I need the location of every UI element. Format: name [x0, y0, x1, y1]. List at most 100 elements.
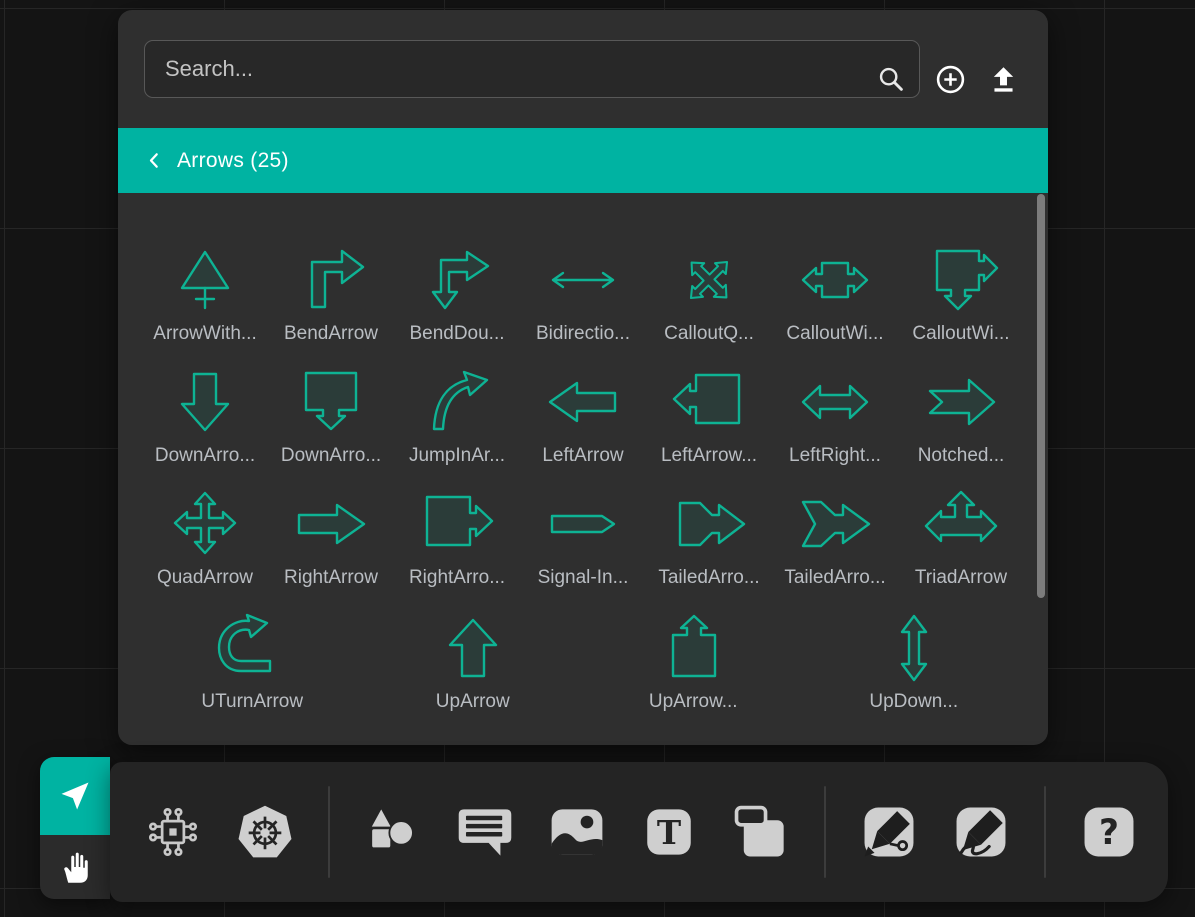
bend-arrow	[289, 243, 373, 317]
tool-draw-connector-button[interactable]	[860, 803, 918, 861]
shape-item[interactable]: UpArrow...	[583, 611, 804, 713]
shape-label: TriadArrow	[915, 567, 1007, 589]
shape-item[interactable]: ArrowWith...	[142, 243, 268, 345]
shape-item[interactable]: CalloutWi...	[898, 243, 1024, 345]
shape-item[interactable]: TailedArro...	[772, 487, 898, 589]
shape-item[interactable]: DownArro...	[142, 365, 268, 467]
shape-item[interactable]: UpDown...	[804, 611, 1025, 713]
shape-item[interactable]: Signal-In...	[520, 487, 646, 589]
tool-help-button[interactable]: ?	[1080, 803, 1138, 861]
shape-label: TailedArro...	[658, 567, 759, 589]
comment-icon	[456, 803, 514, 861]
hand-icon	[57, 849, 93, 885]
shape-item[interactable]: RightArrow	[268, 487, 394, 589]
shape-label: Notched...	[918, 445, 1005, 467]
shape-item[interactable]: JumpInAr...	[394, 365, 520, 467]
shape-item[interactable]: RightArro...	[394, 487, 520, 589]
tool-frame-button[interactable]	[732, 803, 790, 861]
callout-width-arrow	[793, 243, 877, 317]
shape-label: UpDown...	[869, 691, 958, 713]
circuit-icon	[144, 803, 202, 861]
tool-pan-button[interactable]	[40, 835, 110, 899]
shape-item[interactable]: DownArro...	[268, 365, 394, 467]
image-icon	[548, 803, 606, 861]
shape-label: RightArro...	[409, 567, 505, 589]
up-arrow-callout	[651, 611, 735, 685]
shape-item[interactable]: LeftArrow...	[646, 365, 772, 467]
tool-text-button[interactable]: T	[640, 803, 698, 861]
shape-grid-rows: ArrowWith... BendArrow BendDou... Bidirecti…	[118, 243, 1048, 609]
toolbar-divider	[1044, 786, 1046, 878]
shape-item[interactable]: BendDou...	[394, 243, 520, 345]
tailed-arrow-block	[667, 487, 751, 561]
up-arrow	[431, 611, 515, 685]
tool-comment-button[interactable]	[456, 803, 514, 861]
jump-in-arrow	[415, 365, 499, 439]
shape-label: UpArrow	[436, 691, 510, 713]
shape-label: LeftRight...	[789, 445, 881, 467]
shape-label: UTurnArrow	[201, 691, 303, 713]
left-arrow	[541, 365, 625, 439]
category-header-back[interactable]: Arrows (25)	[118, 128, 1048, 193]
shape-item[interactable]: TailedArro...	[646, 487, 772, 589]
shape-label: Bidirectio...	[536, 323, 630, 345]
shape-label: CalloutWi...	[786, 323, 883, 345]
tool-select-button[interactable]	[40, 757, 110, 835]
shape-library-panel: Arrows (25) ArrowWith... BendArrow BendDou…	[118, 10, 1048, 745]
toolbar-divider	[824, 786, 826, 878]
shape-item[interactable]: Bidirectio...	[520, 243, 646, 345]
search-input[interactable]	[144, 40, 920, 98]
shape-item[interactable]: UTurnArrow	[142, 611, 363, 713]
shape-label: LeftArrow...	[661, 445, 757, 467]
pen-icon	[860, 803, 918, 861]
cursor-icon	[57, 778, 93, 814]
signal-in-arrow	[541, 487, 625, 561]
shape-label: UpArrow...	[649, 691, 738, 713]
pencil-icon	[952, 803, 1010, 861]
tool-draw-freehand-button[interactable]	[952, 803, 1010, 861]
tool-kubernetes-button[interactable]	[236, 803, 294, 861]
shape-grid: ArrowWith... BendArrow BendDou... Bidirecti…	[118, 193, 1048, 745]
shape-item[interactable]: LeftRight...	[772, 365, 898, 467]
shape-label: DownArro...	[155, 445, 255, 467]
shape-item[interactable]: BendArrow	[268, 243, 394, 345]
shapes-icon	[364, 803, 422, 861]
svg-text:?: ?	[1099, 813, 1119, 853]
canvas[interactable]: Arrows (25) ArrowWith... BendArrow BendDou…	[0, 0, 1195, 917]
shape-label: LeftArrow	[542, 445, 623, 467]
shape-label: BendArrow	[284, 323, 378, 345]
shape-label: JumpInAr...	[409, 445, 505, 467]
arrow-with-tail	[163, 243, 247, 317]
down-arrow-callout	[289, 365, 373, 439]
shape-item[interactable]: CalloutWi...	[772, 243, 898, 345]
main-toolbar: T?	[110, 762, 1168, 902]
shape-item[interactable]: UpArrow	[363, 611, 584, 713]
callout-quad-arrow	[667, 243, 751, 317]
bidirectional-arrow	[541, 243, 625, 317]
add-circle-icon[interactable]	[933, 62, 967, 96]
shape-item[interactable]: CalloutQ...	[646, 243, 772, 345]
shape-item[interactable]: Notched...	[898, 365, 1024, 467]
shape-label: CalloutQ...	[664, 323, 754, 345]
up-down-arrow	[872, 611, 956, 685]
shape-label: RightArrow	[284, 567, 378, 589]
tool-shapes-button[interactable]	[364, 803, 422, 861]
toolbar-divider	[328, 786, 330, 878]
search-row	[118, 10, 1048, 128]
tool-nodes-button[interactable]	[144, 803, 202, 861]
shape-label: BendDou...	[409, 323, 504, 345]
down-arrow	[163, 365, 247, 439]
tool-image-button[interactable]	[548, 803, 606, 861]
u-turn-arrow	[210, 611, 294, 685]
bend-double-arrow	[415, 243, 499, 317]
shape-item[interactable]: LeftArrow	[520, 365, 646, 467]
left-right-arrow	[793, 365, 877, 439]
shape-item[interactable]: TriadArrow	[898, 487, 1024, 589]
shape-label: DownArro...	[281, 445, 381, 467]
pointer-tool-stack	[40, 757, 110, 899]
triad-arrow	[919, 487, 1003, 561]
upload-icon[interactable]	[986, 62, 1020, 96]
tailed-arrow-notch	[793, 487, 877, 561]
scrollbar[interactable]	[1037, 194, 1045, 598]
shape-item[interactable]: QuadArrow	[142, 487, 268, 589]
